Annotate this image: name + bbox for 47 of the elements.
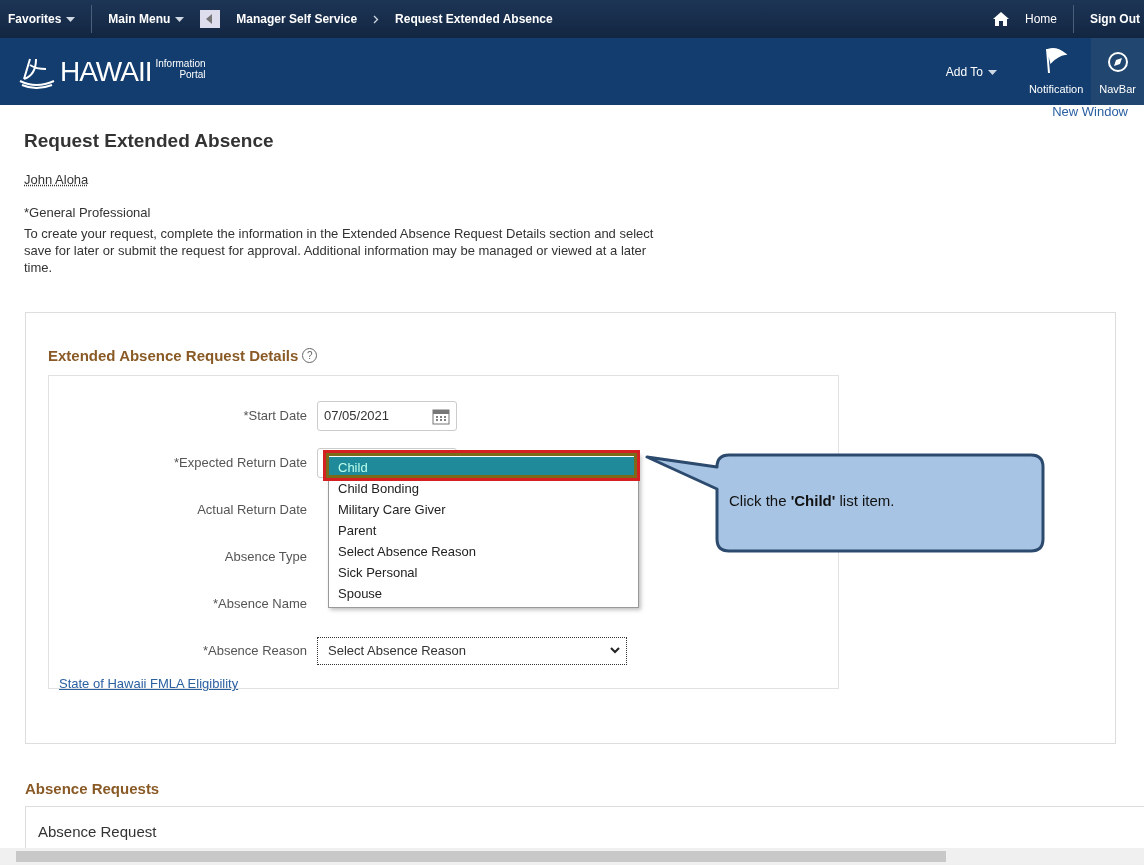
- home-link[interactable]: Home: [1025, 10, 1057, 28]
- breadcrumb-link[interactable]: Request Extended Absence: [395, 10, 553, 28]
- subsection-title: Absence Request: [38, 823, 157, 840]
- field-label: *Absence Name: [212, 594, 308, 613]
- notification-button[interactable]: Notification: [1020, 38, 1092, 105]
- navbar-button[interactable]: NavBar: [1091, 38, 1144, 105]
- horizontal-scrollbar[interactable]: [0, 848, 1144, 865]
- home-icon[interactable]: [993, 12, 1009, 26]
- logo-text: HAWAII: [60, 54, 152, 89]
- back-icon[interactable]: [200, 10, 221, 28]
- instructions-text: To create your request, complete the information in the Extended Absence Request Details section and select save for later or submit the request for approval. Additional information may be managed or viewed at a later time.: [24, 224, 655, 276]
- select-field[interactable]: Select Absence Reason: [317, 636, 627, 665]
- chevron-icon: [610, 647, 620, 654]
- menu-button[interactable]: Main Menu: [108, 10, 185, 28]
- field-label: Actual Return Date: [196, 500, 308, 519]
- employee-name: John Aloha: [24, 170, 90, 189]
- caret-icon: [175, 17, 185, 23]
- caret-icon: [66, 17, 76, 23]
- new-window-link[interactable]: New Window: [0, 105, 1144, 119]
- page-title: Request Extended Absence: [24, 129, 275, 153]
- dropdown-option[interactable]: Select Absence Reason: [329, 541, 638, 562]
- sign-out-link[interactable]: Sign Out: [1090, 10, 1140, 28]
- flag-icon: [1044, 46, 1069, 73]
- scrollbar-thumb[interactable]: [16, 851, 946, 862]
- chevron-icon: [373, 14, 380, 24]
- field-label: Absence Type: [223, 547, 308, 566]
- field-label: *Start Date: [242, 406, 308, 425]
- section-title: Absence Requests: [25, 778, 161, 799]
- dropdown-option[interactable]: Parent: [329, 520, 638, 541]
- dropdown-option[interactable]: Child Bonding: [329, 478, 638, 499]
- compass-icon: [1106, 50, 1129, 73]
- callout-text: Click the 'Child' list item.: [729, 491, 895, 511]
- calendar-icon[interactable]: [432, 406, 450, 425]
- caret-icon: [987, 69, 997, 75]
- field-label: *Expected Return Date: [173, 453, 308, 472]
- breadcrumb-link[interactable]: Manager Self Service: [236, 10, 358, 28]
- dropdown-option[interactable]: Military Care Giver: [329, 499, 638, 520]
- add-to-menu[interactable]: Add To: [945, 62, 997, 81]
- eligibility-link[interactable]: State of Hawaii FMLA Eligibility: [59, 674, 239, 694]
- field-label: *Absence Reason: [201, 641, 308, 660]
- dropdown-option[interactable]: Sick Personal: [329, 562, 638, 583]
- logo-subtext: Information Portal: [155, 57, 206, 80]
- menu-button[interactable]: Favorites: [8, 10, 76, 28]
- dropdown-option[interactable]: Spouse: [329, 583, 638, 604]
- section-title: Extended Absence Request Details: [48, 345, 299, 366]
- date-field[interactable]: 07/05/2021: [317, 400, 457, 431]
- job-title: *General Professional: [24, 204, 152, 222]
